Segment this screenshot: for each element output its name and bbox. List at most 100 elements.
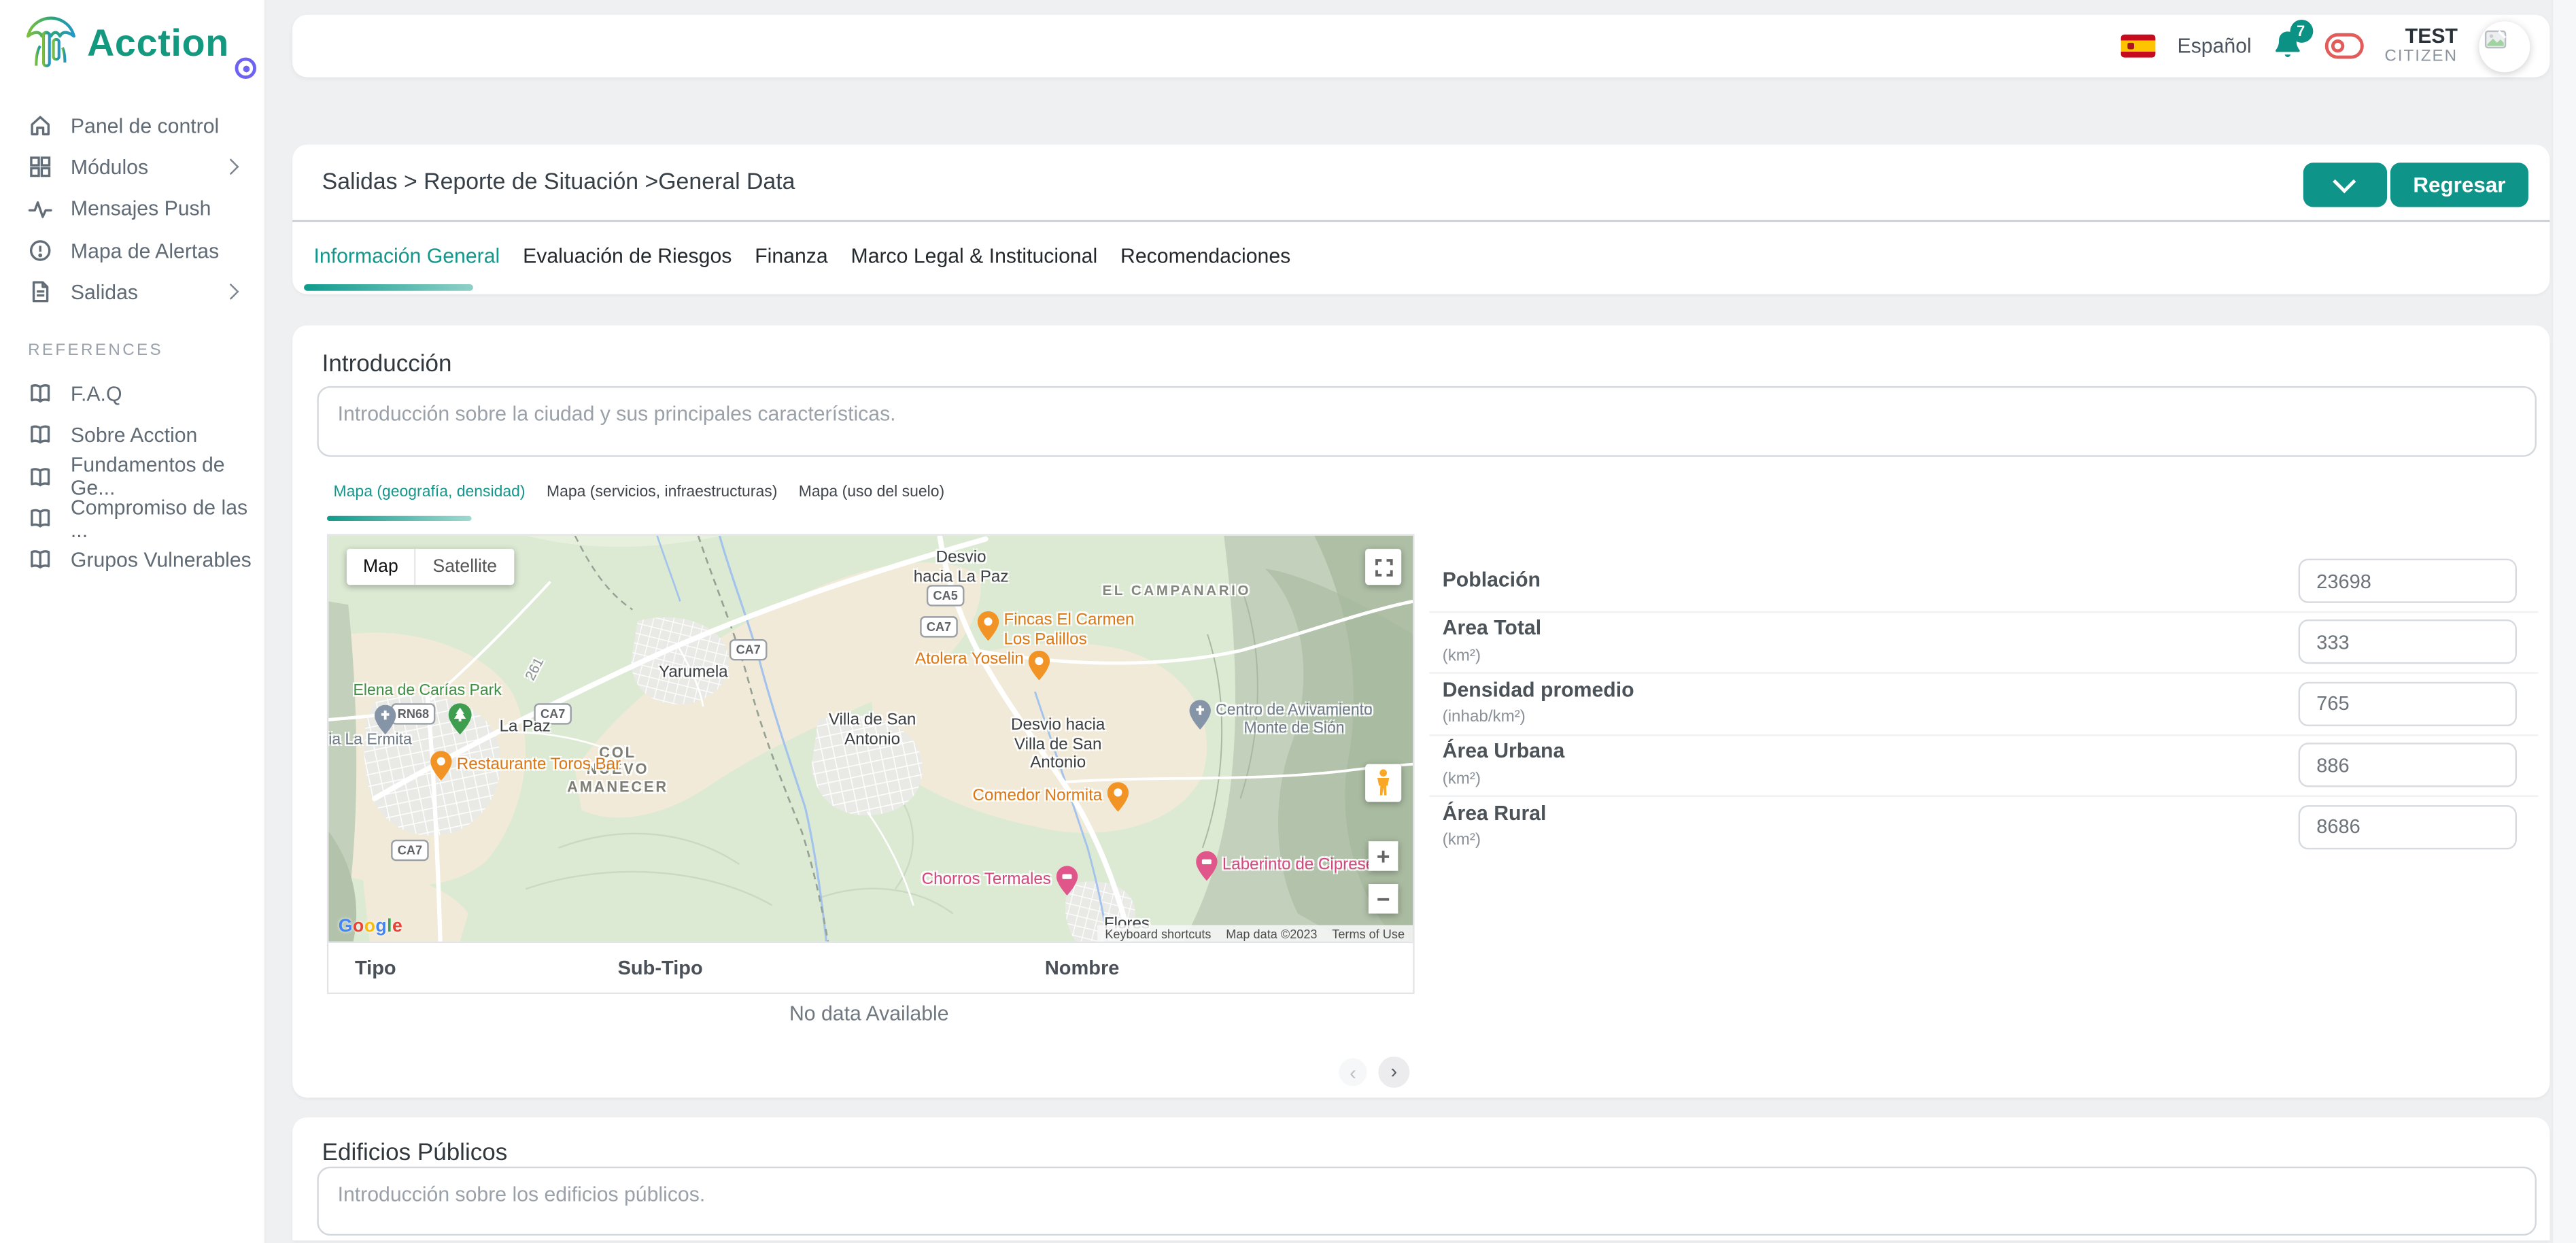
map-label-la-paz[interactable]: La Paz: [500, 718, 551, 737]
intro-section-title: Introducción: [322, 352, 452, 378]
book-icon: [28, 381, 52, 406]
terms-of-use-link[interactable]: Terms of Use: [1332, 926, 1405, 941]
area-rural-input[interactable]: [2299, 804, 2517, 849]
map-label-desvio-vsa[interactable]: Desvio hacia Villa de San Antonio: [1009, 717, 1107, 773]
fullscreen-button[interactable]: [1365, 549, 1401, 585]
pagination-next-button[interactable]: ›: [1378, 1056, 1409, 1087]
sidebar-item-grupos-vulnerables[interactable]: Grupos Vulnerables: [0, 539, 264, 581]
church-pin-icon[interactable]: [375, 705, 396, 734]
map-type-satellite-button[interactable]: Satellite: [416, 549, 513, 585]
sidebar-item-sobre-acction[interactable]: Sobre Acction: [0, 415, 264, 456]
book-icon: [28, 506, 52, 530]
notifications-button[interactable]: 7: [2273, 29, 2302, 62]
home-icon: [28, 114, 52, 138]
tab-evaluacion-de-riesgos[interactable]: Evaluación de Riesgos: [523, 245, 732, 268]
map-type-map-button[interactable]: Map: [347, 549, 416, 585]
tab-informacion-general[interactable]: Información General: [314, 245, 500, 268]
buildings-textarea[interactable]: [316, 1167, 2536, 1236]
street-view-pegman[interactable]: [1365, 764, 1401, 802]
user-name: TEST: [2384, 24, 2458, 48]
sidebar-item-label: Salidas: [71, 281, 138, 304]
form-row-area-rural: Área Rural(km²): [1429, 796, 2538, 857]
map-label-park[interactable]: Elena de Carías Park: [354, 683, 502, 701]
chevron-right-icon: [222, 159, 238, 175]
notification-badge: 7: [2289, 20, 2312, 43]
map-poi-fincas[interactable]: Fincas El Carmen Los Palillos: [978, 611, 1135, 651]
sidebar-item-label: Módulos: [71, 156, 148, 179]
map-label-la-ermita[interactable]: ia La Ermita: [328, 731, 411, 750]
breadcrumb-tabs-card: Salidas > Reporte de Situación >General …: [292, 145, 2549, 294]
record-toggle-icon[interactable]: [2324, 33, 2363, 59]
area-urbana-input[interactable]: [2299, 743, 2517, 787]
sidebar-item-label: Mapa de Alertas: [71, 239, 219, 262]
poblacion-input[interactable]: [2299, 559, 2517, 603]
sidebar-item-compromiso[interactable]: Compromiso de las ...: [0, 498, 264, 539]
map-tab-servicios[interactable]: Mapa (servicios, infraestructuras): [547, 483, 777, 501]
user-info[interactable]: TEST CITIZEN: [2384, 24, 2458, 67]
map-tab-geografia[interactable]: Mapa (geografía, densidad): [334, 483, 526, 501]
avatar[interactable]: [2479, 20, 2530, 71]
map-label-desvio-la-paz[interactable]: Desvio hacia La Paz: [907, 549, 1015, 587]
map-table-container: CA5 CA7 CA7 RN68 CA7 CA7 261 Desvio haci…: [327, 534, 1415, 994]
sidebar-item-faq[interactable]: F.A.Q: [0, 373, 264, 415]
field-unit: (inhab/km²): [1443, 709, 1526, 727]
top-header: Español 7 TEST CITIZEN: [292, 15, 2549, 78]
lodging-pin-icon: [1196, 851, 1217, 881]
map-poi-comedor-normita[interactable]: Comedor Normita: [973, 782, 1129, 811]
pulse-icon: [28, 197, 52, 221]
sidebar-item-fundamentos[interactable]: Fundamentos de Ge...: [0, 456, 264, 498]
map-poi-centro-avivamiento[interactable]: Centro de Avivamiento Monte de Sión: [1190, 700, 1373, 738]
sidebar-item-panel-de-control[interactable]: Panel de control: [0, 105, 264, 147]
document-icon: [28, 280, 52, 305]
zoom-out-button[interactable]: −: [1369, 884, 1398, 913]
form-row-poblacion: Población: [1429, 552, 2538, 611]
brand-logo[interactable]: Acction: [23, 16, 229, 69]
field-unit: (km²): [1443, 832, 1481, 850]
pagination-prev-button[interactable]: ‹: [1339, 1058, 1367, 1086]
sidebar-item-mensajes-push[interactable]: Mensajes Push: [0, 188, 264, 230]
map-tab-uso-suelo[interactable]: Mapa (uso del suelo): [799, 483, 944, 501]
sidebar-collapse-toggle[interactable]: [235, 58, 256, 79]
spain-flag-icon[interactable]: [2121, 35, 2156, 58]
export-dropdown-button[interactable]: [2303, 162, 2386, 206]
map-poi-chorros-termales[interactable]: Chorros Termales: [922, 866, 1078, 895]
back-button[interactable]: Regresar: [2390, 162, 2528, 206]
map-label-yarumela[interactable]: Yarumela: [659, 664, 728, 683]
form-row-densidad: Densidad promedio(inhab/km²): [1429, 672, 2538, 734]
restaurant-pin-icon: [978, 611, 999, 641]
restaurant-pin-icon: [430, 751, 451, 780]
keyboard-shortcuts-link[interactable]: Keyboard shortcuts: [1105, 926, 1211, 941]
densidad-input[interactable]: [2299, 681, 2517, 726]
sidebar: Acction Panel de control Módulos Mensaje…: [0, 0, 265, 1243]
tab-marco-legal[interactable]: Marco Legal & Institucional: [851, 245, 1098, 268]
map-poi-atolera[interactable]: Atolera Yoselin: [915, 651, 1050, 680]
restaurant-pin-icon: [1029, 651, 1050, 680]
road-shield: CA7: [920, 616, 958, 637]
language-selector[interactable]: Español: [2178, 35, 2252, 58]
zoom-in-button[interactable]: +: [1369, 841, 1398, 870]
sidebar-item-salidas[interactable]: Salidas: [0, 271, 264, 313]
breadcrumb: Salidas > Reporte de Situación >General …: [322, 167, 795, 194]
sidebar-item-modulos[interactable]: Módulos: [0, 147, 264, 188]
sidebar-item-mapa-de-alertas[interactable]: Mapa de Alertas: [0, 230, 264, 271]
map-label-villa-san-antonio[interactable]: Villa de San Antonio: [823, 711, 922, 749]
fullscreen-icon: [1374, 558, 1392, 576]
tab-finanza[interactable]: Finanza: [755, 245, 827, 268]
field-unit: (km²): [1443, 770, 1481, 789]
map-poi-laberinto[interactable]: Laberinto de Cipreses: [1196, 851, 1383, 881]
page-scrollbar[interactable]: [2552, 0, 2576, 1243]
sidebar-item-label: Panel de control: [71, 114, 219, 137]
form-row-area-urbana: Área Urbana(km²): [1429, 734, 2538, 796]
brand-name: Acction: [87, 20, 229, 65]
sidebar-item-label: Fundamentos de Ge...: [71, 454, 264, 500]
google-map[interactable]: CA5 CA7 CA7 RN68 CA7 CA7 261 Desvio haci…: [328, 536, 1413, 942]
tab-recomendaciones[interactable]: Recomendaciones: [1120, 245, 1290, 268]
map-poi-restaurante-toros[interactable]: Restaurante Toros Bar: [430, 751, 621, 780]
area-total-input[interactable]: [2299, 620, 2517, 664]
column-header-nombre: Nombre: [1045, 943, 1120, 992]
park-pin-icon[interactable]: [449, 703, 472, 734]
intro-textarea[interactable]: [316, 386, 2536, 457]
google-logo[interactable]: Google: [339, 917, 403, 936]
sidebar-item-label: Sobre Acction: [71, 424, 197, 447]
active-tab-indicator: [304, 284, 473, 290]
